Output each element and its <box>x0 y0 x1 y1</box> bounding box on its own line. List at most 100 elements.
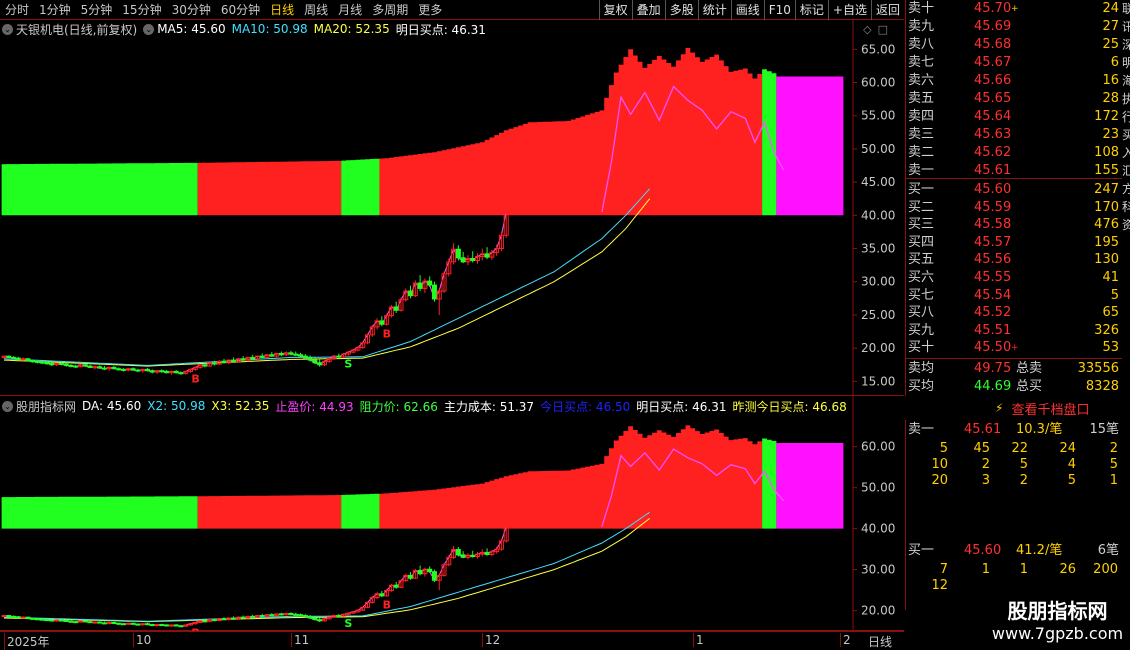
candle-body <box>111 366 117 370</box>
indicator-name[interactable]: 股朋指标网 <box>16 398 76 415</box>
toolbar-button[interactable]: 返回 <box>870 0 904 20</box>
candle-body <box>54 619 60 622</box>
period-tab[interactable]: 30分钟 <box>167 0 216 20</box>
candle <box>245 356 251 362</box>
chart-corner-controls: ◇□ <box>863 23 894 36</box>
strip-segment-up <box>197 160 342 216</box>
level-volume: 130 <box>1094 252 1119 268</box>
candle-body <box>202 364 208 367</box>
sell-level-row[interactable]: 卖六 45.66 16 <box>906 72 1123 90</box>
price-tick-label: 30.00 <box>861 275 895 289</box>
sell-level-row[interactable]: 卖九 45.69 27 <box>906 18 1123 36</box>
sell-level-row[interactable]: 卖三 45.63 23 <box>906 126 1123 144</box>
candle-body <box>44 362 50 365</box>
period-tab[interactable]: 5分钟 <box>76 0 118 20</box>
chevron-down-icon[interactable]: ⌄ <box>143 23 155 35</box>
main-kline-chart[interactable]: 65.00 60.00 55.00 50.00 45.00 40.00 35.00 30.00… <box>0 20 904 396</box>
chevron-down-icon[interactable]: ⌄ <box>2 23 13 35</box>
order-book-panel: 卖十 45.70 +24 卖九 45.69 27 卖八 45.68 25 卖七 45.67 6 卖六 45… <box>905 0 1123 396</box>
sell-level-row[interactable]: 卖七 45.67 6 <box>906 54 1123 72</box>
price-tick-label: 50.00 <box>861 481 895 495</box>
level-volume: 6 <box>1110 55 1119 70</box>
sell-level-row[interactable]: 卖五 45.65 28 <box>906 90 1123 108</box>
period-tab[interactable]: 日线 <box>265 0 299 20</box>
kilo-volume-row: 10 2 5 4 5 <box>906 457 1130 473</box>
toolbar-button[interactable]: 多股 <box>664 0 698 20</box>
period-tab[interactable]: 15分钟 <box>117 0 166 20</box>
candle <box>87 364 93 369</box>
period-tab[interactable]: 60分钟 <box>216 0 265 20</box>
buy-level-row[interactable]: 买十 45.50 +53 <box>906 339 1123 357</box>
candle <box>20 616 26 619</box>
candle-body <box>470 554 476 558</box>
candle <box>360 606 366 612</box>
price-tick-label: 45.00 <box>861 175 895 189</box>
buy-level-row[interactable]: 买六 45.55 41 <box>906 269 1123 287</box>
toolbar-button[interactable]: 标记 <box>794 0 828 20</box>
kilo-volume-cell: 200 <box>1093 562 1118 577</box>
candle <box>125 622 131 625</box>
level-label: 卖十 <box>908 1 935 16</box>
axis-mode-label[interactable]: 日线 <box>856 633 904 650</box>
toolbar-button[interactable]: 统计 <box>697 0 731 20</box>
candle <box>15 615 21 619</box>
candle <box>427 566 433 573</box>
candle-body <box>101 367 107 370</box>
candle-body <box>25 616 31 619</box>
toolbar-button[interactable]: 复权 <box>598 0 632 20</box>
toolbar-button[interactable]: 画线 <box>730 0 764 20</box>
diamond-icon[interactable]: ◇ <box>863 23 877 36</box>
candle-body <box>431 284 437 300</box>
sell-level-row[interactable]: 卖十 45.70 +24 <box>906 0 1123 18</box>
buy-level-row[interactable]: 买九 45.51 326 <box>906 322 1123 340</box>
candle-body <box>82 620 88 623</box>
month-label: 12 <box>482 633 500 647</box>
candle-body <box>250 356 256 360</box>
period-tab[interactable]: 月线 <box>333 0 367 20</box>
kilo-head-label: 买一 <box>908 543 935 558</box>
buy-level-row[interactable]: 买二 45.59 170 <box>906 199 1123 217</box>
buy-level-row[interactable]: 买五 45.56 130 <box>906 251 1123 269</box>
toolbar-button[interactable]: +自选 <box>827 0 871 20</box>
today-buy-label: 今日买点: 46.50 <box>540 399 631 414</box>
sell-level-row[interactable]: 卖一 45.61 155 <box>906 162 1123 180</box>
period-tab[interactable]: 周线 <box>299 0 333 20</box>
kilo-volume-cell: 5 <box>1019 457 1028 472</box>
period-tab[interactable]: 更多 <box>413 0 447 20</box>
candle-body <box>125 622 131 625</box>
candle-body <box>202 620 208 623</box>
buy-level-row[interactable]: 买一 45.60 247 <box>906 181 1123 199</box>
candle-body <box>431 571 437 581</box>
candle-body <box>427 280 433 286</box>
chevron-down-icon[interactable]: ⌄ <box>2 400 13 412</box>
sell-level-row[interactable]: 卖四 45.64 172 <box>906 108 1123 126</box>
candle <box>465 255 471 266</box>
buy-level-row[interactable]: 买七 45.54 5 <box>906 287 1123 305</box>
kilo-volume-cell: 24 <box>1059 441 1076 456</box>
view-thousand-level-button[interactable]: 查看千档盘口 <box>1011 399 1089 418</box>
candle-body <box>427 568 433 573</box>
period-tab[interactable]: 多周期 <box>367 0 413 20</box>
buy-level-row[interactable]: 买三 45.58 476 <box>906 216 1123 234</box>
candle <box>388 583 394 592</box>
x2-label: X2: 50.98 <box>147 399 206 413</box>
side-news-strip[interactable]: 联讯深明海执行买入汇方科资 <box>1122 0 1130 396</box>
candle-body <box>73 621 79 624</box>
toolbar-button[interactable]: 叠加 <box>631 0 665 20</box>
buy-level-row[interactable]: 买八 45.52 65 <box>906 304 1123 322</box>
candle-body <box>106 621 112 624</box>
candle <box>278 612 284 616</box>
level-price: 45.57 <box>974 234 1012 250</box>
period-tab[interactable]: 分时 <box>0 0 34 20</box>
stock-name[interactable]: 天银机电(日线,前复权) <box>16 21 137 38</box>
yesterday-predicted-buy-label: 昨测今日买点: 46.68 <box>732 399 847 414</box>
period-tab[interactable]: 1分钟 <box>34 0 76 20</box>
indicator-chart[interactable]: 60.0050.0040.0030.0020.00BSB <box>0 396 904 631</box>
toolbar-button[interactable]: F10 <box>763 0 795 20</box>
sell-level-row[interactable]: 卖八 45.68 25 <box>906 36 1123 54</box>
buy-level-row[interactable]: 买四 45.57 195 <box>906 234 1123 252</box>
level-volume: 476 <box>1094 217 1119 233</box>
square-icon[interactable]: □ <box>878 23 894 36</box>
sell-level-row[interactable]: 卖二 45.62 108 <box>906 144 1123 162</box>
candle-body <box>460 554 466 558</box>
